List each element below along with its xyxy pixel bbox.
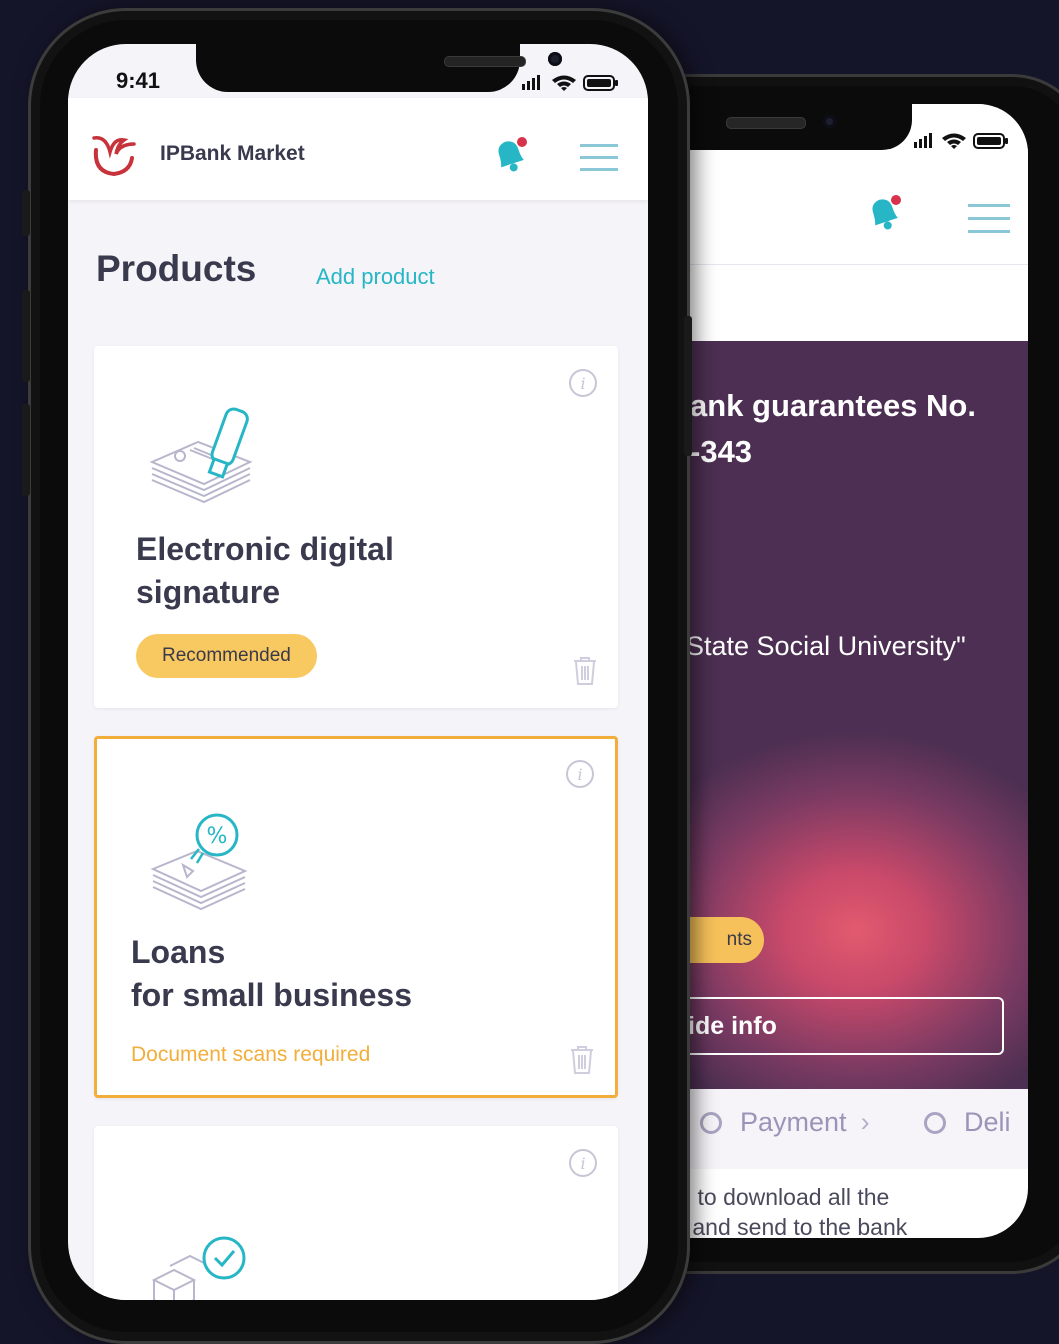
wifi-icon	[942, 133, 966, 149]
menu-icon[interactable]	[580, 144, 618, 172]
brand-name: IPBank Market	[160, 142, 305, 165]
volume-down-button	[22, 404, 30, 496]
wifi-icon	[552, 75, 576, 91]
guarantee-hero-panel: ank guarantees No. -343 State Social Uni…	[686, 341, 1028, 1089]
document-scans-note: Document scans required	[131, 1043, 371, 1066]
step-circle-icon	[700, 1111, 722, 1134]
signature-token-icon	[149, 407, 253, 504]
notification-dot	[517, 137, 527, 147]
app-header: IPBank Market	[68, 98, 648, 200]
back-phone-screen: ank guarantees No. -343 State Social Uni…	[686, 104, 1028, 1238]
notification-bell-icon[interactable]	[862, 190, 906, 236]
loan-percent-icon: %	[150, 813, 248, 911]
info-icon[interactable]: i	[568, 368, 598, 398]
documents-pill[interactable]: nts	[686, 917, 764, 963]
beneficiary-name: State Social University"	[686, 631, 966, 661]
info-icon[interactable]: i	[565, 759, 595, 789]
power-button	[684, 316, 692, 456]
step-label: Payment	[740, 1107, 847, 1137]
step-delivery[interactable]: Deli	[924, 1107, 1011, 1138]
back-speaker	[726, 117, 806, 129]
card-title: Electronic digital signature	[136, 531, 394, 610]
signal-icon	[522, 84, 525, 90]
status-icons	[522, 75, 618, 91]
product-card-selected[interactable]: i % Loans for small business Document sc…	[94, 736, 618, 1098]
notification-bell-icon[interactable]	[488, 132, 532, 178]
speaker	[444, 56, 526, 67]
menu-icon[interactable]	[968, 204, 1010, 234]
step-label: Deli	[964, 1107, 1011, 1137]
info-icon[interactable]: i	[568, 1148, 598, 1178]
silent-switch	[22, 190, 30, 236]
instructions-text: l to download all the and send to the ba…	[686, 1184, 908, 1238]
volume-up-button	[22, 290, 30, 382]
add-product-link[interactable]: Add product	[316, 264, 435, 290]
signal-icon	[914, 142, 917, 148]
product-card[interactable]: i	[94, 1126, 618, 1300]
ipbank-logo-icon	[92, 136, 136, 177]
recommended-badge: Recommended	[136, 634, 317, 678]
provide-info-button[interactable]: ide info	[686, 997, 1004, 1055]
step-circle-icon	[924, 1111, 946, 1134]
svg-text:i: i	[577, 765, 582, 784]
camera	[548, 52, 562, 66]
trash-icon[interactable]	[572, 656, 598, 686]
svg-text:i: i	[580, 374, 585, 393]
svg-text:i: i	[580, 1154, 585, 1173]
progress-steps: Payment › Deli	[686, 1089, 1028, 1169]
insurance-check-icon	[151, 1236, 246, 1300]
page-title: Products	[96, 248, 257, 289]
status-time: 9:41	[116, 68, 161, 93]
product-card[interactable]: i Electronic digital signature Recommend…	[94, 346, 618, 708]
guarantee-title: ank guarantees No. -343	[690, 388, 976, 469]
svg-text:%: %	[207, 824, 228, 849]
back-camera	[823, 115, 836, 128]
status-icons	[914, 133, 1008, 149]
front-phone-screen: 9:41 IPBank Market Products Add product …	[68, 44, 648, 1300]
card-title: Loans for small business	[131, 934, 412, 1013]
trash-icon[interactable]	[569, 1045, 595, 1075]
step-payment[interactable]: Payment ›	[700, 1107, 870, 1138]
front-notch	[196, 44, 562, 92]
chevron-right-icon: ›	[860, 1107, 870, 1137]
